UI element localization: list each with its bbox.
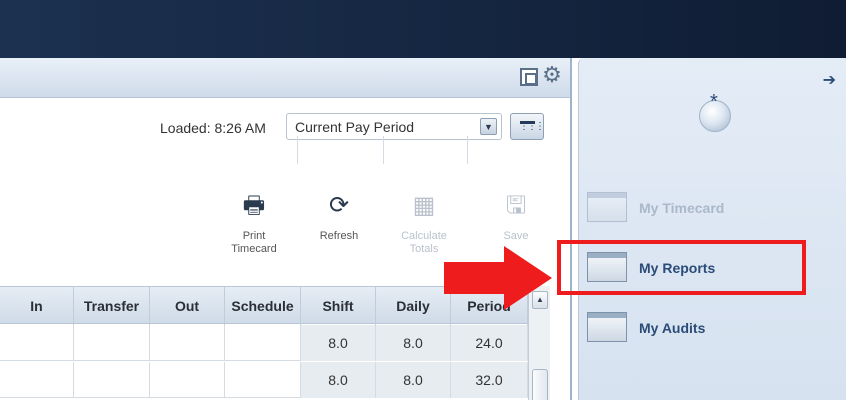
sidebar-item-label: My Audits xyxy=(639,320,706,336)
printer-icon: 🖶 xyxy=(242,191,266,219)
audits-tile-icon xyxy=(587,312,627,342)
cell-daily: 8.0 xyxy=(376,325,451,361)
print-label-line1: Print xyxy=(242,230,266,242)
red-arrow-icon xyxy=(444,246,552,310)
cell-shift: 8.0 xyxy=(301,325,376,361)
arrow-right-icon[interactable]: ➔ xyxy=(823,70,836,89)
sidebar-item-my-timecard[interactable]: My Timecard xyxy=(587,186,837,230)
column-header-in[interactable]: In xyxy=(0,287,74,325)
cell-out[interactable] xyxy=(150,362,225,398)
loaded-row: Loaded: 8:26 AM Current Pay Period ▼ xyxy=(0,110,570,144)
cell-daily: 8.0 xyxy=(376,362,451,398)
cell-shift: 8.0 xyxy=(301,362,376,398)
column-header-schedule[interactable]: Schedule xyxy=(225,287,301,325)
save-icon: 🖫 xyxy=(505,191,527,219)
panel-header: ⚙ xyxy=(0,58,570,98)
top-banner xyxy=(0,0,846,58)
globe-icon xyxy=(699,91,731,132)
cell-in[interactable] xyxy=(0,325,74,361)
cell-schedule[interactable] xyxy=(225,325,301,361)
calc-label-line1: Calculate xyxy=(401,230,447,242)
pay-period-value: Current Pay Period xyxy=(295,119,415,135)
column-header-daily[interactable]: Daily xyxy=(376,287,451,325)
panel-header-icons: ⚙ xyxy=(520,65,562,87)
calculator-icon: ▦ xyxy=(412,191,436,219)
column-header-transfer[interactable]: Transfer xyxy=(74,287,150,325)
calendar-icon xyxy=(519,121,543,133)
cell-transfer[interactable] xyxy=(74,362,150,398)
cell-out[interactable] xyxy=(150,325,225,361)
table-row[interactable]: 8.0 8.0 32.0 xyxy=(0,362,528,398)
highlight-box xyxy=(557,240,806,295)
timecard-tile-icon xyxy=(587,192,627,222)
loaded-time-label: Loaded: 8:26 AM xyxy=(160,120,266,136)
cell-schedule[interactable] xyxy=(225,362,301,398)
print-timecard-button[interactable]: 🖶 Print Timecard xyxy=(219,188,289,256)
refresh-icon: ⟳ xyxy=(328,191,350,219)
cell-transfer[interactable] xyxy=(74,325,150,361)
calendar-button[interactable] xyxy=(510,113,544,140)
table-row[interactable]: 8.0 8.0 24.0 xyxy=(0,325,528,361)
pay-period-select[interactable]: Current Pay Period ▼ xyxy=(286,113,502,140)
gear-icon[interactable]: ⚙ xyxy=(542,65,562,87)
refresh-label: Refresh xyxy=(319,230,359,242)
cell-period: 32.0 xyxy=(451,362,528,398)
chevron-down-icon[interactable]: ▼ xyxy=(480,118,497,135)
cell-in[interactable] xyxy=(0,362,74,398)
restore-window-icon[interactable] xyxy=(520,68,538,86)
save-button[interactable]: 🖫 Save xyxy=(481,188,551,243)
calc-label-line2: Totals xyxy=(409,243,439,255)
cell-period: 24.0 xyxy=(451,325,528,361)
column-header-shift[interactable]: Shift xyxy=(301,287,376,325)
related-items-sidebar: ➔ My Timecard My Reports My Audits xyxy=(578,58,846,400)
toolbar-divider xyxy=(467,136,468,164)
print-label-line2: Timecard xyxy=(231,243,277,255)
scroll-thumb[interactable] xyxy=(532,369,548,400)
toolbar-divider xyxy=(383,136,384,164)
save-label: Save xyxy=(503,230,529,242)
sidebar-item-my-audits[interactable]: My Audits xyxy=(587,306,837,350)
refresh-button[interactable]: ⟳ Refresh xyxy=(304,188,374,243)
toolbar-divider xyxy=(297,136,298,164)
timecard-panel: ⚙ Loaded: 8:26 AM Current Pay Period ▼ 🖶… xyxy=(0,58,572,400)
sidebar-item-label: My Timecard xyxy=(639,200,725,216)
column-header-out[interactable]: Out xyxy=(150,287,225,325)
